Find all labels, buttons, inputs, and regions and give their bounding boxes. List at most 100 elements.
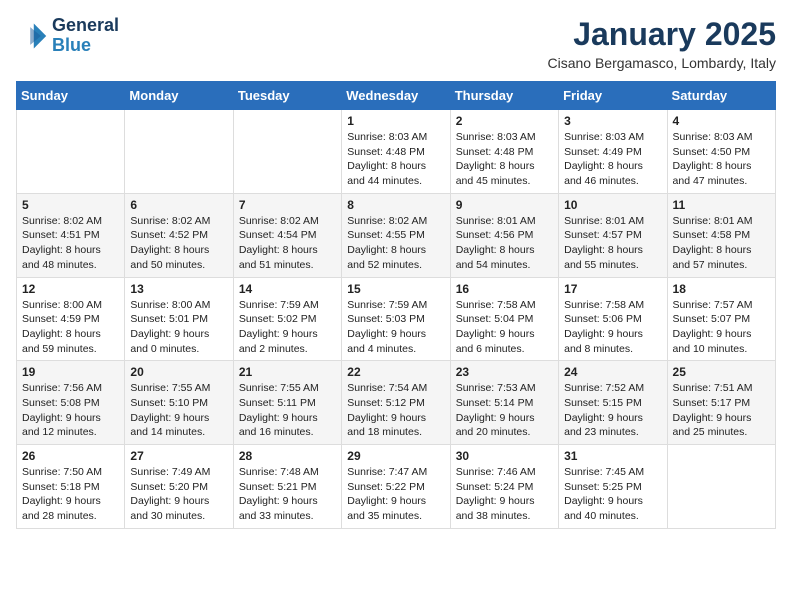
day-info: Sunrise: 7:53 AM Sunset: 5:14 PM Dayligh… xyxy=(456,381,553,440)
logo: General Blue xyxy=(16,16,119,56)
day-number: 31 xyxy=(564,449,661,463)
day-info: Sunrise: 7:58 AM Sunset: 5:04 PM Dayligh… xyxy=(456,298,553,357)
day-number: 27 xyxy=(130,449,227,463)
weekday-header-sunday: Sunday xyxy=(17,82,125,110)
day-cell: 7 Sunrise: 8:02 AM Sunset: 4:54 PM Daylig… xyxy=(233,193,341,277)
calendar-table: SundayMondayTuesdayWednesdayThursdayFrid… xyxy=(16,81,776,529)
day-info: Sunrise: 7:59 AM Sunset: 5:02 PM Dayligh… xyxy=(239,298,336,357)
day-info: Sunrise: 7:52 AM Sunset: 5:15 PM Dayligh… xyxy=(564,381,661,440)
day-info: Sunrise: 8:01 AM Sunset: 4:56 PM Dayligh… xyxy=(456,214,553,273)
week-row-1: 1 Sunrise: 8:03 AM Sunset: 4:48 PM Daylig… xyxy=(17,110,776,194)
day-cell: 13 Sunrise: 8:00 AM Sunset: 5:01 PM Dayli… xyxy=(125,277,233,361)
weekday-header-wednesday: Wednesday xyxy=(342,82,450,110)
day-cell: 23 Sunrise: 7:53 AM Sunset: 5:14 PM Dayli… xyxy=(450,361,558,445)
day-info: Sunrise: 7:57 AM Sunset: 5:07 PM Dayligh… xyxy=(673,298,770,357)
day-info: Sunrise: 7:48 AM Sunset: 5:21 PM Dayligh… xyxy=(239,465,336,524)
day-info: Sunrise: 8:00 AM Sunset: 5:01 PM Dayligh… xyxy=(130,298,227,357)
weekday-header-monday: Monday xyxy=(125,82,233,110)
weekday-header-thursday: Thursday xyxy=(450,82,558,110)
day-cell: 28 Sunrise: 7:48 AM Sunset: 5:21 PM Dayli… xyxy=(233,445,341,529)
day-cell: 6 Sunrise: 8:02 AM Sunset: 4:52 PM Daylig… xyxy=(125,193,233,277)
day-cell: 16Sunrise: 7:58 AM Sunset: 5:04 PM Dayli… xyxy=(450,277,558,361)
day-number: 7 xyxy=(239,198,336,212)
day-number: 19 xyxy=(22,365,119,379)
day-cell: 21Sunrise: 7:55 AM Sunset: 5:11 PM Dayli… xyxy=(233,361,341,445)
day-number: 1 xyxy=(347,114,444,128)
day-number: 3 xyxy=(564,114,661,128)
day-cell: 8 Sunrise: 8:02 AM Sunset: 4:55 PM Daylig… xyxy=(342,193,450,277)
calendar-title: January 2025 xyxy=(547,16,776,53)
weekday-header-friday: Friday xyxy=(559,82,667,110)
calendar-subtitle: Cisano Bergamasco, Lombardy, Italy xyxy=(547,55,776,71)
day-number: 9 xyxy=(456,198,553,212)
day-cell: 30Sunrise: 7:46 AM Sunset: 5:24 PM Dayli… xyxy=(450,445,558,529)
logo-line2: Blue xyxy=(52,36,119,56)
day-info: Sunrise: 8:00 AM Sunset: 4:59 PM Dayligh… xyxy=(22,298,119,357)
day-cell: 19Sunrise: 7:56 AM Sunset: 5:08 PM Dayli… xyxy=(17,361,125,445)
week-row-2: 5Sunrise: 8:02 AM Sunset: 4:51 PM Daylig… xyxy=(17,193,776,277)
week-row-4: 19Sunrise: 7:56 AM Sunset: 5:08 PM Dayli… xyxy=(17,361,776,445)
day-cell: 5Sunrise: 8:02 AM Sunset: 4:51 PM Daylig… xyxy=(17,193,125,277)
day-number: 22 xyxy=(347,365,444,379)
day-info: Sunrise: 8:03 AM Sunset: 4:48 PM Dayligh… xyxy=(456,130,553,189)
day-cell: 29Sunrise: 7:47 AM Sunset: 5:22 PM Dayli… xyxy=(342,445,450,529)
day-cell: 26Sunrise: 7:50 AM Sunset: 5:18 PM Dayli… xyxy=(17,445,125,529)
day-info: Sunrise: 8:02 AM Sunset: 4:54 PM Dayligh… xyxy=(239,214,336,273)
day-number: 28 xyxy=(239,449,336,463)
logo-line1: General xyxy=(52,16,119,36)
day-info: Sunrise: 8:01 AM Sunset: 4:58 PM Dayligh… xyxy=(673,214,770,273)
day-number: 12 xyxy=(22,282,119,296)
day-cell: 17Sunrise: 7:58 AM Sunset: 5:06 PM Dayli… xyxy=(559,277,667,361)
header: General Blue January 2025 Cisano Bergama… xyxy=(16,16,776,71)
title-area: January 2025 Cisano Bergamasco, Lombardy… xyxy=(547,16,776,71)
day-cell: 11 Sunrise: 8:01 AM Sunset: 4:58 PM Dayli… xyxy=(667,193,775,277)
day-cell: 22 Sunrise: 7:54 AM Sunset: 5:12 PM Dayli… xyxy=(342,361,450,445)
day-number: 6 xyxy=(130,198,227,212)
day-number: 2 xyxy=(456,114,553,128)
day-info: Sunrise: 8:02 AM Sunset: 4:55 PM Dayligh… xyxy=(347,214,444,273)
day-number: 20 xyxy=(130,365,227,379)
day-cell: 2 Sunrise: 8:03 AM Sunset: 4:48 PM Daylig… xyxy=(450,110,558,194)
day-info: Sunrise: 7:59 AM Sunset: 5:03 PM Dayligh… xyxy=(347,298,444,357)
day-number: 25 xyxy=(673,365,770,379)
day-info: Sunrise: 8:01 AM Sunset: 4:57 PM Dayligh… xyxy=(564,214,661,273)
day-cell: 1 Sunrise: 8:03 AM Sunset: 4:48 PM Daylig… xyxy=(342,110,450,194)
day-info: Sunrise: 8:02 AM Sunset: 4:52 PM Dayligh… xyxy=(130,214,227,273)
week-row-5: 26Sunrise: 7:50 AM Sunset: 5:18 PM Dayli… xyxy=(17,445,776,529)
day-info: Sunrise: 7:51 AM Sunset: 5:17 PM Dayligh… xyxy=(673,381,770,440)
day-number: 26 xyxy=(22,449,119,463)
day-cell xyxy=(667,445,775,529)
day-info: Sunrise: 8:03 AM Sunset: 4:50 PM Dayligh… xyxy=(673,130,770,189)
day-number: 13 xyxy=(130,282,227,296)
day-cell: 9 Sunrise: 8:01 AM Sunset: 4:56 PM Daylig… xyxy=(450,193,558,277)
day-number: 14 xyxy=(239,282,336,296)
day-cell: 12 Sunrise: 8:00 AM Sunset: 4:59 PM Dayli… xyxy=(17,277,125,361)
week-row-3: 12 Sunrise: 8:00 AM Sunset: 4:59 PM Dayli… xyxy=(17,277,776,361)
day-info: Sunrise: 8:03 AM Sunset: 4:49 PM Dayligh… xyxy=(564,130,661,189)
day-cell xyxy=(125,110,233,194)
day-info: Sunrise: 7:55 AM Sunset: 5:11 PM Dayligh… xyxy=(239,381,336,440)
logo-icon xyxy=(16,20,48,52)
day-number: 23 xyxy=(456,365,553,379)
day-cell: 14 Sunrise: 7:59 AM Sunset: 5:02 PM Dayli… xyxy=(233,277,341,361)
day-info: Sunrise: 7:45 AM Sunset: 5:25 PM Dayligh… xyxy=(564,465,661,524)
day-cell: 27 Sunrise: 7:49 AM Sunset: 5:20 PM Dayli… xyxy=(125,445,233,529)
weekday-header-tuesday: Tuesday xyxy=(233,82,341,110)
calendar-body: 1 Sunrise: 8:03 AM Sunset: 4:48 PM Daylig… xyxy=(17,110,776,529)
day-number: 29 xyxy=(347,449,444,463)
day-cell: 4Sunrise: 8:03 AM Sunset: 4:50 PM Daylig… xyxy=(667,110,775,194)
day-cell: 10 Sunrise: 8:01 AM Sunset: 4:57 PM Dayli… xyxy=(559,193,667,277)
day-cell: 25 Sunrise: 7:51 AM Sunset: 5:17 PM Dayli… xyxy=(667,361,775,445)
day-cell: 20Sunrise: 7:55 AM Sunset: 5:10 PM Dayli… xyxy=(125,361,233,445)
day-cell: 3 Sunrise: 8:03 AM Sunset: 4:49 PM Daylig… xyxy=(559,110,667,194)
day-cell: 18Sunrise: 7:57 AM Sunset: 5:07 PM Dayli… xyxy=(667,277,775,361)
day-cell: 24Sunrise: 7:52 AM Sunset: 5:15 PM Dayli… xyxy=(559,361,667,445)
day-info: Sunrise: 8:03 AM Sunset: 4:48 PM Dayligh… xyxy=(347,130,444,189)
day-number: 8 xyxy=(347,198,444,212)
logo-text: General Blue xyxy=(52,16,119,56)
day-number: 11 xyxy=(673,198,770,212)
day-info: Sunrise: 7:49 AM Sunset: 5:20 PM Dayligh… xyxy=(130,465,227,524)
day-info: Sunrise: 7:54 AM Sunset: 5:12 PM Dayligh… xyxy=(347,381,444,440)
day-number: 10 xyxy=(564,198,661,212)
day-cell: 31 Sunrise: 7:45 AM Sunset: 5:25 PM Dayli… xyxy=(559,445,667,529)
